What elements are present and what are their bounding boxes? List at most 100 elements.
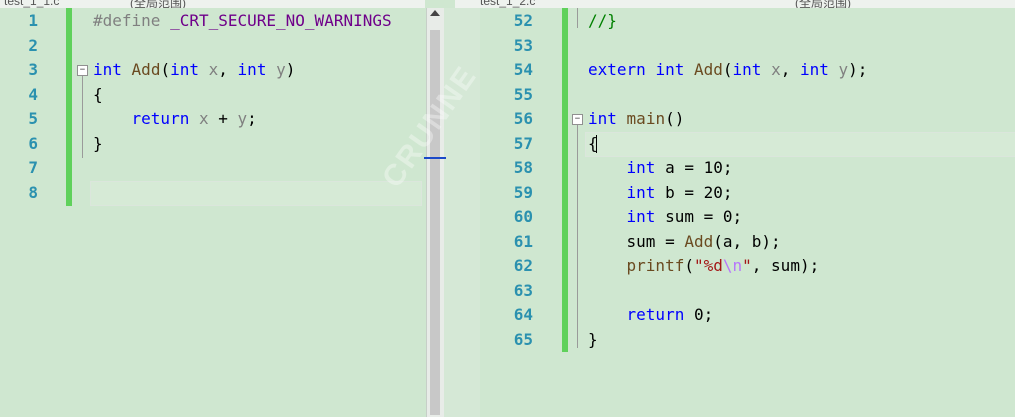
code-text: return x + y; <box>93 107 257 131</box>
code-line[interactable]: 62 printf("%d\n", sum); <box>480 254 1015 278</box>
code-line[interactable]: 1 #define _CRT_SECURE_NO_WARNINGS <box>0 9 425 33</box>
code-line[interactable]: 61 sum = Add(a, b); <box>480 230 1015 254</box>
code-token: (a, b); <box>713 231 781 251</box>
code-token: , sum); <box>751 256 820 275</box>
code-text: printf("%d\n", sum); <box>588 254 820 278</box>
line-number: 3 <box>28 60 38 79</box>
code-token: Add <box>131 60 161 79</box>
code-token: } <box>588 329 598 349</box>
line-number: 8 <box>28 182 38 202</box>
code-line[interactable]: 64 return 0; <box>480 303 1015 327</box>
code-line[interactable]: 53 <box>480 34 1015 58</box>
code-token: { <box>588 133 598 153</box>
code-token: Add <box>684 231 714 251</box>
code-line[interactable]: 3 int Add(int x, int y) <box>0 58 425 82</box>
code-text: extern int Add(int x, int y); <box>588 58 867 82</box>
code-line[interactable]: 54 extern int Add(int x, int y); <box>480 58 1015 82</box>
line-number: 58 <box>513 158 533 177</box>
code-token: ; <box>247 109 257 128</box>
tab-left-file[interactable]: test_1_1.c <box>4 0 59 8</box>
code-line[interactable]: 65} <box>480 328 1015 352</box>
code-token: 0; <box>684 305 714 324</box>
code-line[interactable]: 58 int a = 10; <box>480 156 1015 180</box>
code-text: int b = 20; <box>588 181 733 205</box>
code-token: , <box>780 60 800 79</box>
code-line[interactable]: 57 { <box>480 132 1015 156</box>
line-number: 53 <box>513 35 533 55</box>
code-token: () <box>665 109 685 128</box>
code-line[interactable]: 4{ <box>0 83 425 107</box>
code-line[interactable]: 56 int main() <box>480 107 1015 131</box>
code-token: sum = 0; <box>655 207 743 226</box>
line-number: 61 <box>513 231 533 251</box>
code-line[interactable]: 63 <box>480 279 1015 303</box>
code-line[interactable]: 5 return x + y; <box>0 107 425 131</box>
code-token: int <box>655 60 685 79</box>
line-number: 6 <box>28 133 38 153</box>
code-line[interactable]: 60 int sum = 0; <box>480 205 1015 229</box>
code-text: sum = Add(a, b); <box>588 230 781 254</box>
code-token: return <box>626 305 685 324</box>
line-number: 63 <box>513 280 533 300</box>
left-editor-pane[interactable]: − 1 #define _CRT_SECURE_NO_WARNINGS 2 3 int … <box>0 8 425 417</box>
code-token: extern <box>588 60 646 79</box>
line-number: 64 <box>513 305 533 324</box>
code-token: main <box>626 109 666 128</box>
line-number: 65 <box>513 329 533 349</box>
code-token: b = 20; <box>655 182 733 202</box>
code-text: return 0; <box>588 303 714 327</box>
code-text: int a = 10; <box>588 156 733 180</box>
line-number: 4 <box>28 84 38 104</box>
code-line[interactable]: 59 int b = 20; <box>480 181 1015 205</box>
code-token: sum = <box>588 231 685 251</box>
code-token: a = 10; <box>655 158 733 177</box>
code-token: _CRT_SECURE_NO_WARNINGS <box>170 11 392 30</box>
line-number: 57 <box>513 133 533 153</box>
code-line[interactable]: 52 //} <box>480 9 1015 33</box>
line-number: 59 <box>513 182 533 202</box>
tab-right-file[interactable]: test_1_2.c <box>480 0 535 8</box>
line-number: 2 <box>28 35 38 55</box>
line-number: 60 <box>513 207 533 226</box>
code-text: //} <box>588 9 617 33</box>
code-line[interactable]: 6} <box>0 132 425 156</box>
code-line[interactable]: 2 <box>0 34 425 58</box>
code-text: int sum = 0; <box>588 205 743 229</box>
code-token: ( <box>722 60 733 79</box>
code-token: int <box>170 60 199 79</box>
code-line[interactable]: 55 <box>480 83 1015 107</box>
line-number: 52 <box>513 11 533 30</box>
code-token: ( <box>684 256 694 275</box>
scroll-up-arrow-icon[interactable] <box>430 10 440 16</box>
code-token: x <box>198 109 209 128</box>
right-editor-pane[interactable]: − 52//} 53 54 extern int Add(int x, int y);… <box>480 8 1015 417</box>
code-text: int main() <box>588 107 684 131</box>
code-token: int <box>626 207 656 226</box>
code-token: #define <box>93 11 171 30</box>
code-token: printf <box>626 256 685 275</box>
line-number: 1 <box>28 11 38 30</box>
code-text: } <box>588 328 598 352</box>
code-line[interactable]: 7 <box>0 156 425 180</box>
code-token: int <box>732 60 762 79</box>
line-number: 5 <box>28 109 38 128</box>
code-token: \n <box>722 256 743 275</box>
code-text: int Add(int x, int y) <box>93 58 295 82</box>
left-vertical-scrollbar[interactable] <box>426 8 444 417</box>
code-line[interactable]: 8 <box>0 181 425 205</box>
code-token: int <box>626 182 656 202</box>
line-number: 7 <box>28 158 38 177</box>
